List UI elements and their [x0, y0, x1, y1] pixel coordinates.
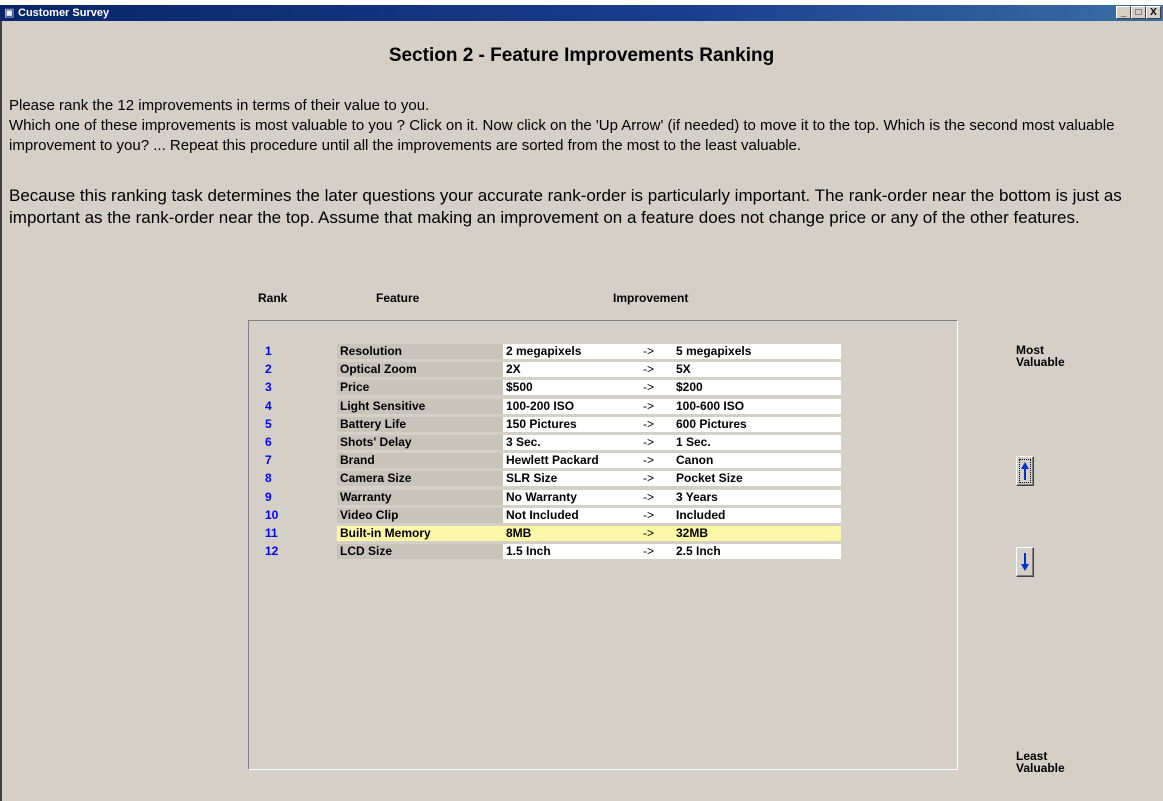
list-item[interactable]: 2 Optical Zoom 2X -> 5X [249, 361, 949, 378]
survey-window: ▣ Customer Survey _ □ X Section 2 - Feat… [0, 5, 1163, 801]
ranking-list[interactable]: 1 Resolution 2 megapixels -> 5 megapixels 2 Op… [248, 320, 958, 770]
arrow-text: -> [643, 544, 673, 560]
minimize-button[interactable]: _ [1116, 6, 1131, 19]
rank-number: 1 [265, 344, 272, 358]
list-item[interactable]: 6 Shots' Delay 3 Sec. -> 1 Sec. [249, 434, 949, 451]
feature-name: Video Clip [337, 507, 503, 523]
feature-name: Built-in Memory [337, 526, 503, 541]
app-icon: ▣ [4, 7, 15, 19]
feature-name: Shots' Delay [337, 435, 503, 450]
rank-number: 4 [265, 398, 272, 413]
window-controls: _ □ X [1116, 6, 1161, 20]
instructions-line: Please rank the 12 improvements in terms… [9, 97, 1115, 154]
improved-level: 5X [673, 362, 841, 378]
feature-name: LCD Size [337, 544, 503, 560]
list-item[interactable]: 11 Built-in Memory 8MB -> 32MB [249, 525, 949, 542]
improved-level: 5 megapixels [673, 344, 841, 359]
list-item[interactable]: 4 Light Sensitive 100-200 ISO -> 100-600 ISO [249, 398, 949, 415]
list-item[interactable]: 10 Video Clip Not Included -> Included [249, 507, 949, 524]
list-item[interactable]: 3 Price $500 -> $200 [249, 379, 949, 396]
most-valuable-label: Most Valuable [1016, 343, 1065, 369]
emphasis-text: Because this ranking task determines the… [9, 186, 1122, 227]
current-level: 2X [503, 362, 643, 378]
list-item[interactable]: 9 Warranty No Warranty -> 3 Years [249, 489, 949, 506]
list-item[interactable]: 7 Brand Hewlett Packard -> Canon [249, 452, 949, 469]
improved-level: Included [673, 507, 841, 523]
instructions-text: Please rank the 12 improvements in terms… [9, 96, 1161, 156]
current-level: 8MB [503, 526, 643, 541]
column-header-improvement: Improvement [613, 291, 689, 305]
feature-name: Resolution [337, 344, 503, 359]
least-valuable-label: Least Valuable [1016, 749, 1065, 775]
column-header-feature: Feature [376, 291, 420, 305]
feature-name: Light Sensitive [337, 398, 503, 414]
feature-name: Camera Size [337, 471, 503, 487]
rank-number: 5 [265, 416, 272, 431]
rank-number: 2 [265, 362, 272, 377]
current-level: 3 Sec. [503, 435, 643, 450]
current-level: 2 megapixels [503, 344, 643, 359]
current-level: $500 [503, 380, 643, 396]
rank-number: 10 [265, 507, 279, 522]
feature-name: Optical Zoom [337, 362, 503, 378]
arrow-text: -> [643, 471, 673, 487]
rank-number: 8 [265, 471, 272, 486]
arrow-text: -> [643, 416, 673, 432]
rank-number: 3 [265, 380, 272, 395]
improved-level: 2.5 Inch [673, 544, 841, 560]
improved-level: 32MB [673, 526, 841, 541]
down-arrow-icon [1021, 553, 1029, 571]
rank-number: 6 [265, 435, 272, 449]
improved-level: Canon [673, 453, 841, 469]
current-level: SLR Size [503, 471, 643, 487]
title-bar[interactable]: ▣ Customer Survey _ □ X [0, 5, 1163, 21]
arrow-text: -> [643, 398, 673, 414]
arrow-text: -> [643, 453, 673, 469]
improved-level: 100-600 ISO [673, 398, 841, 414]
feature-name: Price [337, 380, 503, 396]
arrow-text: -> [643, 380, 673, 396]
window-title: Customer Survey [18, 7, 110, 19]
current-level: Hewlett Packard [503, 453, 643, 469]
rank-number: 7 [265, 453, 272, 468]
arrow-text: -> [643, 526, 673, 541]
section-heading: Section 2 - Feature Improvements Ranking [388, 45, 775, 66]
current-level: Not Included [503, 507, 643, 523]
improved-level: Pocket Size [673, 471, 841, 487]
current-level: 100-200 ISO [503, 398, 643, 414]
up-arrow-icon [1021, 462, 1029, 480]
current-level: No Warranty [503, 489, 643, 505]
list-item[interactable]: 8 Camera Size SLR Size -> Pocket Size [249, 470, 949, 487]
current-level: 1.5 Inch [503, 544, 643, 560]
list-item[interactable]: 5 Battery Life 150 Pictures -> 600 Pictures [249, 416, 949, 433]
rank-number: 11 [265, 526, 278, 540]
improved-level: 1 Sec. [673, 435, 841, 450]
current-level: 150 Pictures [503, 416, 643, 432]
arrow-text: -> [643, 435, 673, 450]
improved-level: 3 Years [673, 489, 841, 505]
list-item[interactable]: 12 LCD Size 1.5 Inch -> 2.5 Inch [249, 543, 949, 560]
move-down-button[interactable] [1016, 547, 1034, 577]
arrow-text: -> [643, 507, 673, 523]
rank-number: 12 [265, 544, 279, 559]
feature-name: Warranty [337, 489, 503, 505]
feature-name: Battery Life [337, 416, 503, 432]
move-up-button[interactable] [1016, 456, 1034, 486]
close-button[interactable]: X [1146, 6, 1161, 19]
improved-level: 600 Pictures [673, 416, 841, 432]
feature-name: Brand [337, 453, 503, 469]
column-header-rank: Rank [258, 291, 288, 305]
rank-number: 9 [265, 489, 272, 504]
list-item[interactable]: 1 Resolution 2 megapixels -> 5 megapixels [249, 343, 949, 360]
window-left-border [0, 21, 2, 801]
arrow-text: -> [643, 344, 673, 359]
arrow-text: -> [643, 362, 673, 378]
maximize-button[interactable]: □ [1131, 6, 1146, 19]
arrow-text: -> [643, 489, 673, 505]
improved-level: $200 [673, 380, 841, 396]
